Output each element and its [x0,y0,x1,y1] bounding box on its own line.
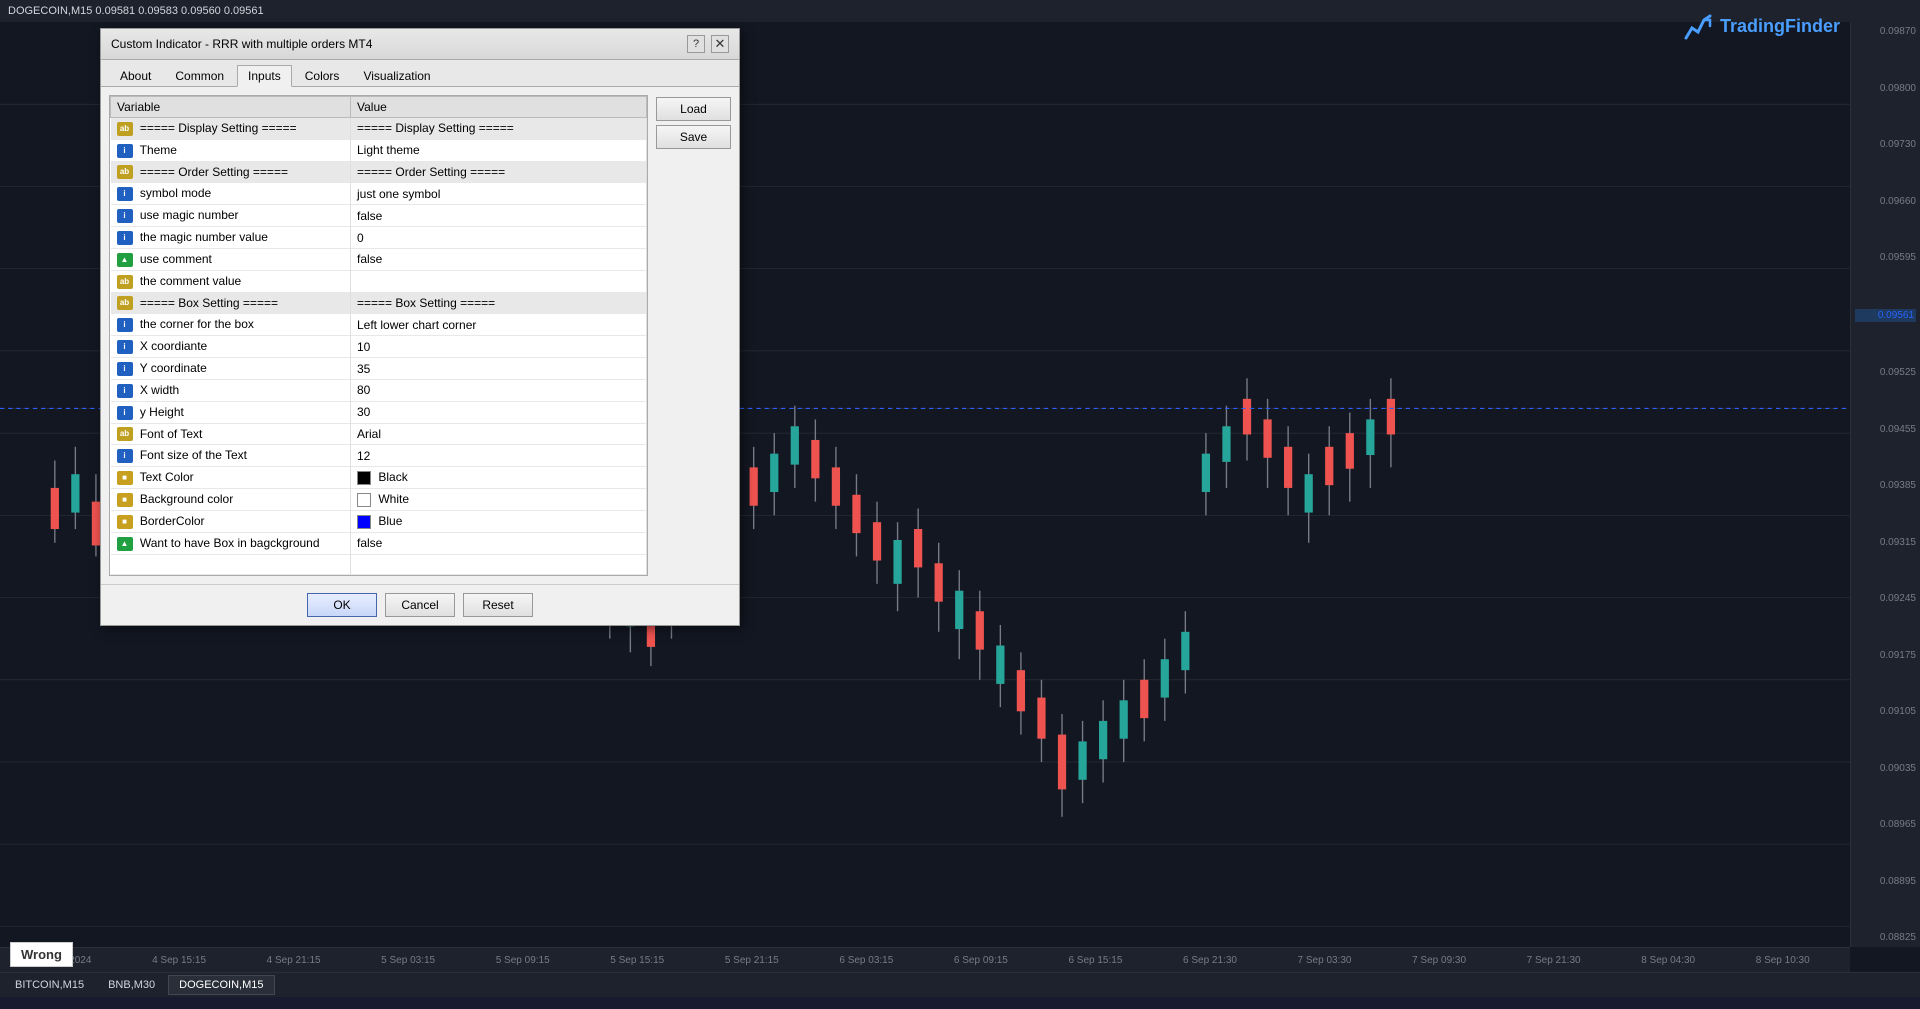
chart-topbar: DOGECOIN,M15 0.09581 0.09583 0.09560 0.0… [0,0,1920,22]
table-row: i the magic number value 0 [111,227,647,249]
table-row: ■ BorderColor Blue [111,510,647,532]
dialog-body: Variable Value ab ===== Display Setting … [101,87,739,584]
row-icon-blue: i [117,449,133,463]
time-axis: 4 Sep 2024 4 Sep 15:15 4 Sep 21:15 5 Sep… [0,947,1850,972]
tab-dogecoin[interactable]: DOGECOIN,M15 [168,975,274,995]
table-row: ab ===== Order Setting ===== ===== Order… [111,161,647,183]
row-icon-green: ▲ [117,253,133,267]
dialog-footer: OK Cancel Reset [101,584,739,625]
cancel-button[interactable]: Cancel [385,593,455,617]
tab-about[interactable]: About [109,65,162,87]
table-row: ab ===== Box Setting ===== ===== Box Set… [111,292,647,314]
row-icon-ab: ab [117,296,133,310]
col-value: Value [351,97,647,118]
table-row: i the corner for the box Left lower char… [111,314,647,336]
table-row: ▲ Want to have Box in bagckground false [111,532,647,554]
dialog-controls: ? ✕ [687,35,729,53]
bottom-tabs: BITCOIN,M15 BNB,M30 DOGECOIN,M15 [0,972,1920,997]
row-icon-blue: i [117,362,133,376]
row-icon-blue: i [117,209,133,223]
row-icon-blue: i [117,144,133,158]
bg-color-swatch [357,493,371,507]
table-row: ab the comment value [111,270,647,292]
params-table-container[interactable]: Variable Value ab ===== Display Setting … [109,95,648,576]
reset-button[interactable]: Reset [463,593,533,617]
tab-bitcoin[interactable]: BITCOIN,M15 [4,975,95,995]
table-row: i y Height 30 [111,401,647,423]
params-table: Variable Value ab ===== Display Setting … [110,96,647,575]
table-row: ab ===== Display Setting ===== ===== Dis… [111,118,647,140]
row-icon-blue: i [117,384,133,398]
side-buttons: Load Save [656,95,731,576]
table-row: i symbol mode just one symbol [111,183,647,205]
row-icon-blue: i [117,406,133,420]
tab-common[interactable]: Common [164,65,235,87]
row-icon-blue: i [117,340,133,354]
close-button[interactable]: ✕ [711,35,729,53]
table-row: ▲ use comment false [111,248,647,270]
dialog-tabs: About Common Inputs Colors Visualization [101,60,739,87]
row-icon-ab: ab [117,275,133,289]
tab-colors[interactable]: Colors [294,65,351,87]
load-button[interactable]: Load [656,97,731,121]
tab-inputs[interactable]: Inputs [237,65,292,87]
dialog-title: Custom Indicator - RRR with multiple ord… [111,37,372,51]
border-color-swatch [357,515,371,529]
row-icon-color: ■ [117,471,133,485]
col-variable: Variable [111,97,351,118]
text-color-swatch [357,471,371,485]
dialog-titlebar[interactable]: Custom Indicator - RRR with multiple ord… [101,29,739,60]
row-icon-blue: i [117,318,133,332]
table-row: ab Font of Text Arial [111,423,647,445]
table-row [111,554,647,574]
table-row: i Theme Light theme [111,139,647,161]
table-row: ■ Text Color Black [111,467,647,489]
table-row: i X width 80 [111,379,647,401]
table-row: i Y coordinate 35 [111,358,647,380]
row-icon-green: ▲ [117,537,133,551]
indicator-dialog: Custom Indicator - RRR with multiple ord… [100,28,740,626]
help-button[interactable]: ? [687,35,705,53]
row-icon-ab: ab [117,165,133,179]
chart-title: DOGECOIN,M15 0.09581 0.09583 0.09560 0.0… [8,5,264,17]
wrong-badge: Wrong [10,942,73,967]
row-icon-ab: ab [117,122,133,136]
row-icon-blue: i [117,231,133,245]
table-row: ■ Background color White [111,489,647,511]
row-icon-blue: i [117,187,133,201]
row-icon-ab: ab [117,427,133,441]
tab-bnb[interactable]: BNB,M30 [97,975,166,995]
ok-button[interactable]: OK [307,593,377,617]
table-row: i Font size of the Text 12 [111,445,647,467]
row-icon-color: ■ [117,515,133,529]
row-icon-color: ■ [117,493,133,507]
table-row: i X coordiante 10 [111,336,647,358]
table-row: i use magic number false [111,205,647,227]
tab-visualization[interactable]: Visualization [352,65,441,87]
save-button[interactable]: Save [656,125,731,149]
price-axis: 0.09870 0.09800 0.09730 0.09660 0.09595 … [1850,22,1920,947]
